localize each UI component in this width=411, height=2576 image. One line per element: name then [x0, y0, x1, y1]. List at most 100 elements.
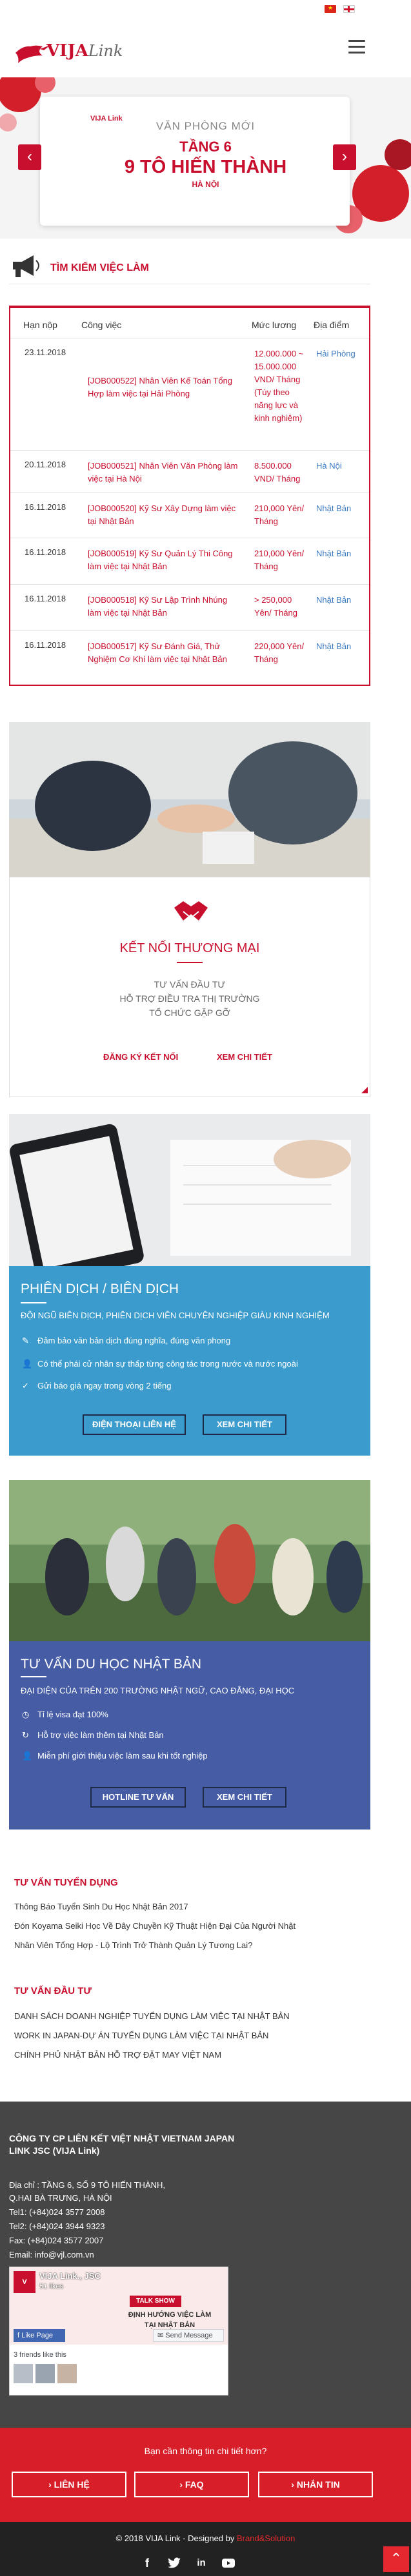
- address-line: Q.HAI BÀ TRƯNG, HÀ NỘI: [9, 2193, 112, 2203]
- slider-prev-button[interactable]: ‹: [18, 144, 41, 170]
- tablet-photo: [9, 1114, 370, 1266]
- logo-text[interactable]: VIJALink: [46, 41, 123, 61]
- job-link[interactable]: [JOB000517] Kỹ Sư Đánh Giá, Thử Nghiệm C…: [88, 640, 243, 666]
- copyright-bar: © 2018 VIJA Link - Designed by Brand&Sol…: [0, 2522, 411, 2576]
- translation-subtitle: ĐỘI NGŨ BIÊN DỊCH, PHIÊN DỊCH VIÊN CHUYÊ…: [21, 1311, 330, 1320]
- flag-vietnam-icon[interactable]: [325, 5, 336, 13]
- job-link[interactable]: [JOB000522] Nhân Viên Kế Toán Tổng Hợp l…: [88, 375, 243, 400]
- fb-likes: 51 likes: [39, 2283, 64, 2290]
- avatar: [57, 2364, 77, 2383]
- list-item[interactable]: CHÍNH PHỦ NHẬT BẢN HỖ TRỢ ĐẶT MAY VIỆT N…: [14, 2050, 221, 2060]
- fb-page-name[interactable]: VIJA Link., JSC: [39, 2271, 101, 2281]
- twitter-icon[interactable]: [166, 2555, 182, 2571]
- avatar: [35, 2364, 55, 2383]
- title-underline: [21, 1302, 46, 1303]
- clock-icon: ◷: [22, 1710, 30, 1719]
- list-item[interactable]: DANH SÁCH DOANH NGHIỆP TUYỂN DỤNG LÀM VI…: [14, 2011, 290, 2021]
- translation-details-button[interactable]: XEM CHI TIẾT: [203, 1414, 286, 1435]
- fb-like-button[interactable]: f Like Page: [14, 2329, 65, 2342]
- menu-icon[interactable]: [348, 40, 365, 54]
- register-connect-link[interactable]: ĐĂNG KÝ KẾT NỐI: [103, 1052, 178, 1062]
- header-place: Địa điểm: [314, 320, 350, 330]
- linkedin-icon[interactable]: in: [194, 2555, 209, 2571]
- job-link[interactable]: [JOB000520] Kỹ Sư Xây Dựng làm việc tại …: [88, 502, 243, 528]
- header-job: Công việc: [81, 320, 122, 330]
- list-item[interactable]: Thông Báo Tuyển Sinh Du Học Nhật Bản 201…: [14, 1902, 188, 1911]
- header-date: Hạn nộp: [23, 320, 57, 330]
- job-place: Nhật Bản: [316, 641, 352, 651]
- chevron-right-icon: ›: [179, 2479, 185, 2490]
- user-icon: 👤: [22, 1359, 33, 1369]
- hotline-button[interactable]: HOTLINE TƯ VẤN: [90, 1787, 186, 1808]
- study-details-button[interactable]: XEM CHI TIẾT: [203, 1787, 286, 1808]
- study-card: TƯ VẤN DU HỌC NHẬT BẢN ĐẠI DIỆN CỦA TRÊN…: [9, 1480, 370, 1830]
- handshake-photo: [9, 722, 370, 877]
- slider-next-button[interactable]: ›: [333, 144, 356, 170]
- bullet-item: ◷ Tỉ lệ visa đạt 100%: [22, 1710, 108, 1719]
- table-row: 16.11.2018 [JOB000518] Kỹ Sư Lập Trình N…: [10, 584, 369, 630]
- footer: CÔNG TY CP LIÊN KẾT VIỆT NHẬT VIETNAM JA…: [0, 2102, 411, 2432]
- table-row: 16.11.2018 [JOB000517] Kỹ Sư Đánh Giá, T…: [10, 630, 369, 686]
- pen-icon: ✎: [22, 1336, 29, 1345]
- list-item[interactable]: Đón Koyama Seiki Học Về Dây Chuyền Kỹ Th…: [14, 1921, 296, 1931]
- table-row: 20.11.2018 [JOB000521] Nhân Viên Văn Phò…: [10, 450, 369, 493]
- address-line: Địa chỉ : TẦNG 6, SỐ 9 TÔ HIẾN THÀNH,: [9, 2180, 166, 2190]
- job-table: Hạn nộp Công việc Mức lương Địa điểm 23.…: [9, 306, 370, 686]
- message-button[interactable]: › NHẮN TIN: [258, 2472, 373, 2497]
- job-date: 16.11.2018: [25, 502, 66, 512]
- phone-contact-button[interactable]: ĐIỆN THOẠI LIÊN HỆ: [83, 1414, 186, 1435]
- fax: Fax: (+84)024 3577 2007: [9, 2236, 104, 2245]
- phone-2: Tel2: (+84)024 3944 9323: [9, 2221, 105, 2231]
- facebook-icon[interactable]: f: [139, 2555, 155, 2571]
- phone-1: Tel1: (+84)024 3577 2008: [9, 2207, 105, 2217]
- cta-question: Bạn cần thông tin chi tiết hơn?: [144, 2446, 267, 2456]
- job-salary: 220,000 Yên/ Tháng: [254, 641, 305, 664]
- messenger-icon: ✉: [157, 2332, 166, 2339]
- job-salary: 210,000 Yên/ Tháng: [254, 503, 305, 526]
- translation-title: PHIÊN DỊCH / BIÊN DỊCH: [21, 1282, 179, 1296]
- job-place: Hải Phòng: [316, 349, 356, 358]
- fb-send-message-button[interactable]: ✉ Send Message: [153, 2329, 224, 2342]
- facebook-widget: V VIJA Link., JSC 51 likes TALK SHOW ĐỊN…: [9, 2267, 228, 2395]
- cta-bar: Bạn cần thông tin chi tiết hơn? › LIÊN H…: [0, 2428, 411, 2523]
- designer-link[interactable]: Brand&Solution: [237, 2533, 295, 2543]
- copyright-text: © 2018 VIJA Link - Designed by Brand&Sol…: [115, 2533, 296, 2543]
- job-salary: 12.000.000 ~ 15.000.000 VND/ Tháng (Tùy …: [254, 349, 304, 423]
- invest-title: TƯ VẤN ĐẦU TƯ: [14, 1986, 92, 1996]
- table-row: 16.11.2018 [JOB000520] Kỹ Sư Xây Dựng là…: [10, 493, 369, 538]
- user-icon: 👤: [22, 1751, 33, 1761]
- trade-card: KẾT NỐI THƯƠNG MẠI TƯ VẤN ĐẦU TƯ HỖ TRỢ …: [9, 722, 370, 1097]
- trade-line2: HỖ TRỢ ĐIỀU TRA THỊ TRƯỜNG: [119, 993, 260, 1004]
- job-link[interactable]: [JOB000518] Kỹ Sư Lập Trình Nhúng làm vi…: [88, 594, 243, 620]
- bullet-item: ✎ Đảm bảo văn bản dịch đúng nghĩa, đúng v…: [22, 1336, 231, 1345]
- job-salary: 8.500.000 VND/ Tháng: [254, 461, 301, 483]
- check-icon: ✓: [22, 1381, 29, 1390]
- list-item[interactable]: WORK IN JAPAN-DỰ ÁN TUYỂN DỤNG LÀM VIỆC …: [14, 2031, 268, 2040]
- bullet-item: ✓ Gửi báo giá ngay trong vòng 2 tiếng: [22, 1381, 172, 1390]
- trade-details-link[interactable]: XEM CHI TIẾT: [217, 1052, 272, 1062]
- trade-line3: TỔ CHỨC GẶP GỠ: [149, 1008, 230, 1018]
- job-date: 16.11.2018: [25, 640, 66, 650]
- flag-uk-icon[interactable]: [343, 5, 355, 13]
- study-subtitle: ĐẠI DIỆN CỦA TRÊN 200 TRƯỜNG NHẬT NGỮ, C…: [21, 1686, 295, 1695]
- avatar: [14, 2364, 33, 2383]
- hero-banner: VIJA Link VĂN PHÒNG MỚI TẦNG 6 9 TÔ HIẾN…: [0, 77, 411, 239]
- youtube-icon[interactable]: [221, 2555, 236, 2571]
- list-item[interactable]: Nhân Viên Tổng Hợp - Lộ Trình Trở Thành …: [14, 1940, 252, 1950]
- job-link[interactable]: [JOB000521] Nhân Viên Văn Phòng làm việc…: [88, 460, 243, 485]
- job-place: Nhật Bản: [316, 595, 352, 605]
- faq-button[interactable]: › FAQ: [134, 2472, 249, 2497]
- job-date: 16.11.2018: [25, 594, 66, 603]
- fb-promo-line1: ĐỊNH HƯỚNG VIỆC LÀM: [128, 2311, 212, 2319]
- trade-line1: TƯ VẤN ĐẦU TƯ: [154, 979, 226, 990]
- scroll-to-top-button[interactable]: ⌃: [383, 2546, 409, 2572]
- site-header: VIJALink: [0, 0, 411, 77]
- contact-button[interactable]: › LIÊN HỆ: [12, 2472, 126, 2497]
- email[interactable]: Email: info@vjl.com.vn: [9, 2250, 94, 2259]
- study-title: TƯ VẤN DU HỌC NHẬT BẢN: [21, 1657, 202, 1672]
- bullet-item: 👤 Miễn phí giới thiệu việc làm sau khi tố…: [22, 1751, 208, 1761]
- chevron-right-icon: ›: [48, 2479, 54, 2490]
- job-link[interactable]: [JOB000519] Kỹ Sư Quản Lý Thi Công làm v…: [88, 547, 243, 573]
- table-row: 16.11.2018 [JOB000519] Kỹ Sư Quản Lý Thi…: [10, 538, 369, 584]
- job-date: 23.11.2018: [25, 347, 66, 357]
